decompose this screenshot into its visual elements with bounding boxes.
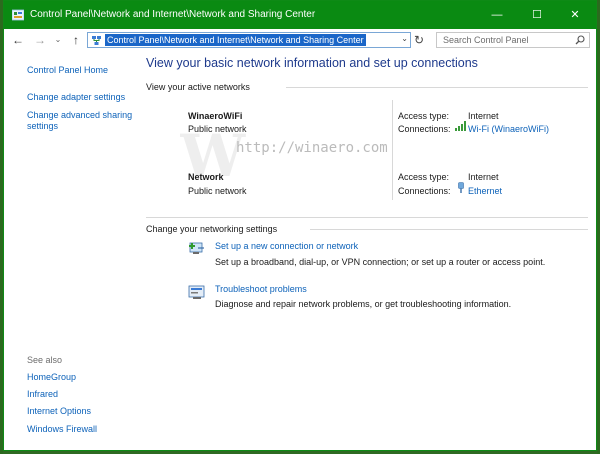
wifi-signal-icon	[455, 121, 466, 131]
search-box[interactable]: Search Control Panel	[436, 32, 590, 48]
see-also-internet-options[interactable]: Internet Options	[27, 406, 91, 416]
chevron-down-icon[interactable]: ⌄	[401, 34, 408, 43]
new-connection-icon	[189, 242, 204, 254]
divider	[146, 217, 588, 218]
troubleshoot-link[interactable]: Troubleshoot problems	[215, 284, 307, 294]
network-type[interactable]: Public network	[188, 124, 247, 134]
navigation-bar: ← → ⌄ ↑ Control Panel\Network and Intern…	[4, 29, 596, 51]
search-input[interactable]: Search Control Panel	[443, 35, 529, 45]
title-bar[interactable]: Control Panel\Network and Internet\Netwo…	[4, 1, 596, 29]
sidebar-item-change-advanced-sharing[interactable]: Change advanced sharing settings	[27, 110, 147, 132]
see-also-windows-firewall[interactable]: Windows Firewall	[27, 424, 97, 434]
window: Control Panel\Network and Internet\Netwo…	[3, 0, 597, 451]
access-type-label: Access type:	[398, 111, 450, 121]
back-arrow-icon[interactable]: ←	[10, 32, 26, 48]
wifi-connection-link[interactable]: Wi-Fi (WinaeroWiFi)	[468, 124, 549, 134]
page-title: View your basic network information and …	[146, 56, 478, 70]
see-also-label: See also	[27, 355, 63, 365]
divider	[286, 87, 588, 88]
troubleshoot-icon	[188, 285, 205, 299]
connections-label: Connections:	[398, 124, 451, 134]
see-also-infrared[interactable]: Infrared	[27, 389, 58, 399]
watermark-text: http://winaero.com	[236, 140, 388, 156]
forward-arrow-icon[interactable]: →	[32, 32, 48, 48]
address-field[interactable]: Control Panel\Network and Internet\Netwo…	[87, 32, 411, 48]
settings-heading: Change your networking settings	[146, 224, 278, 234]
divider	[310, 229, 588, 230]
active-networks-heading: View your active networks	[146, 82, 250, 92]
ethernet-connection-link[interactable]: Ethernet	[468, 186, 502, 196]
address-path[interactable]: Control Panel\Network and Internet\Netwo…	[105, 34, 366, 46]
refresh-icon[interactable]: ↻	[414, 34, 424, 46]
setup-connection-description: Set up a broadband, dial-up, or VPN conn…	[215, 257, 546, 267]
network-name: WinaeroWiFi	[188, 111, 243, 121]
see-also-homegroup[interactable]: HomeGroup	[27, 372, 76, 382]
troubleshoot-description: Diagnose and repair network problems, or…	[215, 299, 512, 309]
ethernet-icon	[458, 182, 464, 193]
setup-connection-link[interactable]: Set up a new connection or network	[215, 241, 358, 251]
network-name: Network	[188, 172, 224, 182]
connections-label: Connections:	[398, 186, 451, 196]
close-button[interactable]: ✕	[558, 1, 592, 29]
sidebar-item-change-adapter-settings[interactable]: Change adapter settings	[27, 92, 125, 102]
search-icon[interactable]	[575, 35, 585, 45]
network-type[interactable]: Public network	[188, 186, 247, 196]
minimize-button[interactable]: —	[480, 1, 514, 29]
access-type-value: Internet	[468, 172, 499, 182]
sidebar-item-control-panel-home[interactable]: Control Panel Home	[27, 65, 108, 75]
recent-locations-chevron-icon[interactable]: ⌄	[50, 32, 66, 48]
network-center-icon	[92, 36, 101, 45]
control-panel-icon	[12, 9, 24, 21]
window-title: Control Panel\Network and Internet\Netwo…	[30, 9, 316, 20]
access-type-label: Access type:	[398, 172, 450, 182]
up-arrow-icon[interactable]: ↑	[68, 32, 84, 48]
divider	[392, 100, 393, 200]
maximize-button[interactable]: ☐	[520, 1, 554, 29]
access-type-value: Internet	[468, 111, 499, 121]
